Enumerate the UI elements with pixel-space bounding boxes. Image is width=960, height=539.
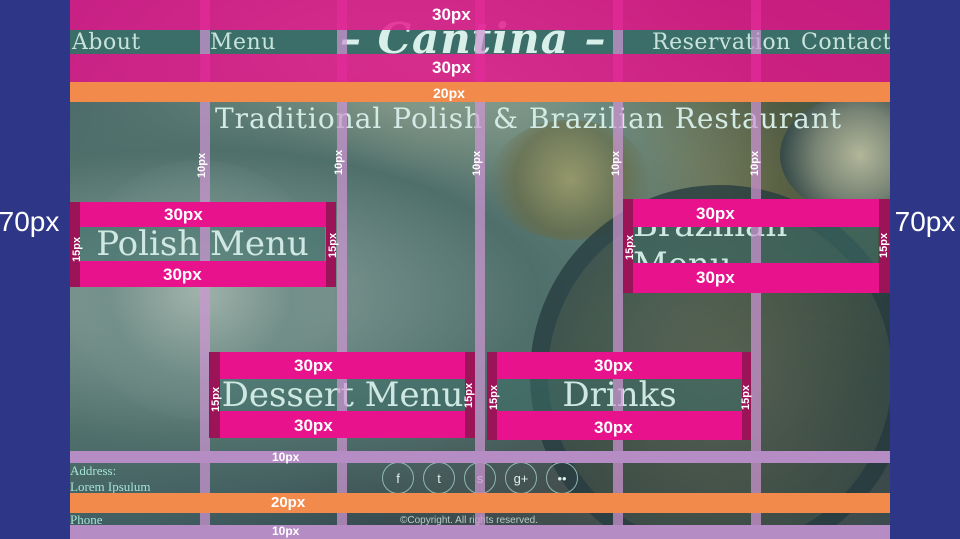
guide-dessert-top-label: 30px [294, 356, 333, 375]
guide-top-band [70, 0, 890, 30]
guide-polish-left-label: 15px [71, 236, 83, 262]
google-plus-icon[interactable]: g+ [505, 462, 537, 494]
left-gutter-label: 70px [0, 206, 60, 237]
guide-drinks-right-label: 15px [740, 384, 752, 410]
flickr-icon[interactable]: •• [546, 462, 578, 494]
guide-col-3-label: 10px [471, 150, 483, 176]
guide-nav-band [70, 54, 890, 82]
guide-polish-right-label: 15px [327, 232, 339, 258]
guide-dessert-right-label: 15px [463, 382, 475, 408]
guide-brazilian-bottom [633, 263, 879, 293]
guide-col-2-label: 10px [333, 149, 345, 175]
guide-polish-top [80, 202, 326, 227]
guide-brazilian-top [633, 199, 879, 227]
guide-brazilian-right-label: 15px [878, 232, 890, 258]
guide-brazilian-top-label: 30px [696, 204, 735, 223]
guide-bottom-gap [70, 525, 890, 539]
guide-drinks-left-label: 15px [488, 384, 500, 410]
guide-dessert-left-label: 15px [210, 386, 222, 412]
guide-col-5-label: 10px [749, 150, 761, 176]
guide-orange-label: 20px [433, 85, 465, 101]
nav-reservation[interactable]: Reservation [652, 30, 791, 55]
guide-footer-gap-label: 10px [272, 450, 300, 464]
site-tagline: Traditional Polish & Brazilian Restauran… [215, 102, 843, 135]
guide-col-4-label: 10px [610, 150, 622, 176]
guide-footer-band-label: 20px [271, 494, 306, 511]
nav-contact[interactable]: Contact [801, 30, 890, 55]
guide-brazilian-left-label: 15px [624, 234, 636, 260]
guide-polish-bottom [80, 261, 326, 287]
guide-drinks-bottom-label: 30px [594, 418, 633, 437]
address-label: Address: [70, 463, 117, 478]
guide-bottom-gap-label: 10px [272, 524, 300, 538]
guide-top-label: 30px [432, 5, 471, 24]
facebook-icon[interactable]: f [382, 462, 414, 494]
guide-polish-bottom-label: 30px [163, 265, 202, 284]
left-gutter: 70px [0, 0, 70, 539]
guide-dessert-bottom [220, 411, 465, 438]
guide-drinks-top-label: 30px [594, 356, 633, 375]
guide-footer-gap [70, 451, 890, 463]
guide-polish-top-label: 30px [164, 205, 203, 224]
nav-menu[interactable]: Menu [210, 30, 276, 55]
twitter-icon[interactable]: t [423, 462, 455, 494]
nav-about[interactable]: About [72, 30, 141, 55]
guide-col-1-label: 10px [196, 152, 208, 178]
guide-dessert-top [220, 352, 465, 379]
guide-footer-band [70, 493, 890, 513]
guide-nav-label: 30px [432, 58, 471, 77]
guide-brazilian-bottom-label: 30px [696, 268, 735, 287]
guide-orange-band [70, 82, 890, 102]
right-gutter: 70px [890, 0, 960, 539]
guide-dessert-bottom-label: 30px [294, 416, 333, 435]
right-gutter-label: 70px [894, 206, 956, 237]
